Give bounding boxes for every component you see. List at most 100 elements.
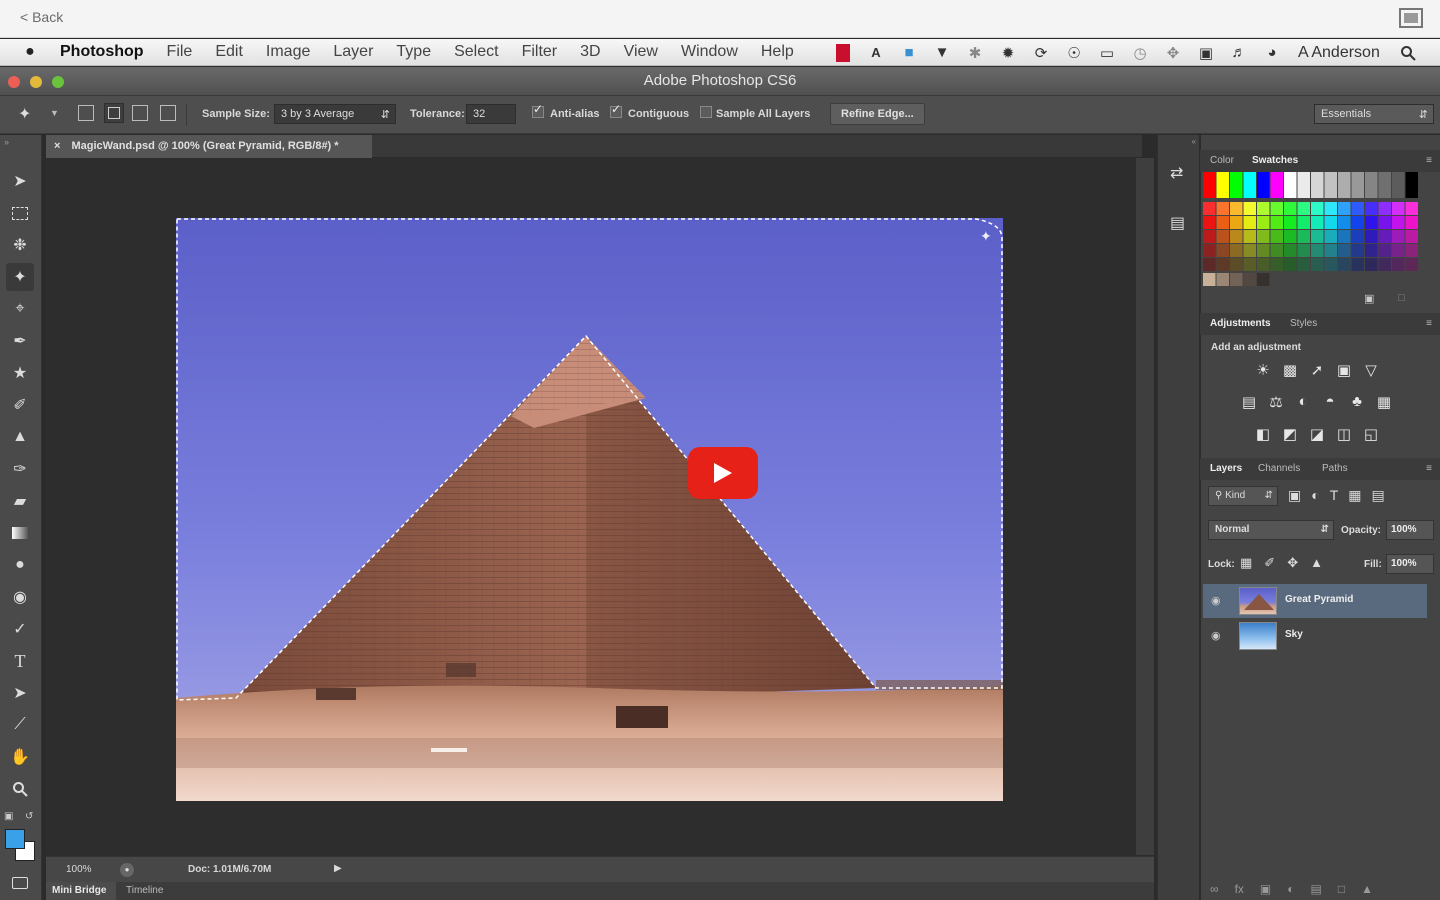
history-panel-icon[interactable]: ⇄	[1170, 163, 1190, 187]
path-selection-tool-icon[interactable]: ➤	[6, 679, 34, 707]
intersect-selection-icon[interactable]	[160, 105, 176, 121]
menu-view[interactable]: View	[624, 43, 658, 61]
snowflake-icon[interactable]: ✱	[964, 42, 986, 64]
selective-color-icon[interactable]: ◱	[1360, 425, 1382, 445]
swatch-cell[interactable]	[1311, 258, 1324, 271]
swatch-cell[interactable]	[1230, 244, 1243, 257]
delete-swatch-icon[interactable]: □	[1398, 292, 1412, 304]
delete-layer-icon[interactable]: ▲	[1361, 882, 1373, 896]
workspace-select[interactable]: Essentials ⇵	[1314, 104, 1434, 124]
swatch-cell[interactable]	[1243, 258, 1257, 271]
menu-image[interactable]: Image	[266, 43, 310, 61]
sync-icon[interactable]: ⟳	[1030, 42, 1052, 64]
swatch-cell[interactable]	[1230, 273, 1243, 286]
swatch-cell[interactable]	[1338, 172, 1351, 198]
swatch-cell[interactable]	[1270, 230, 1284, 243]
posterize-icon[interactable]: ◩	[1279, 425, 1301, 445]
swatch-cell[interactable]	[1284, 202, 1297, 215]
zoom-level[interactable]: 100%	[66, 864, 92, 875]
menu-type[interactable]: Type	[396, 43, 431, 61]
swatch-cell[interactable]	[1230, 216, 1243, 229]
clone-stamp-tool-icon[interactable]: ▲	[6, 423, 34, 451]
swatch-cell[interactable]	[1338, 244, 1351, 257]
swatch-cell[interactable]	[1351, 244, 1365, 257]
tolerance-input[interactable]: 32	[466, 104, 516, 124]
swatch-cell[interactable]	[1378, 202, 1392, 215]
eyedropper-tool-icon[interactable]: ✒	[6, 327, 34, 355]
swatch-cell[interactable]	[1243, 273, 1257, 286]
status-expand-arrow-icon[interactable]: ▶	[334, 863, 342, 874]
swatch-cell[interactable]	[1392, 258, 1405, 271]
swatch-cell[interactable]	[1311, 172, 1324, 198]
brightness-contrast-icon[interactable]: ☀	[1252, 361, 1274, 381]
healing-brush-tool-icon[interactable]: ★	[6, 359, 34, 387]
filter-kind-select[interactable]: ⚲ Kind ⇵	[1208, 486, 1278, 506]
fullscreen-icon[interactable]	[1398, 7, 1424, 29]
contiguous-checkbox[interactable]: ✓	[610, 102, 622, 118]
menu-file[interactable]: File	[167, 43, 193, 61]
menu-edit[interactable]: Edit	[215, 43, 243, 61]
swatch-cell[interactable]	[1392, 202, 1405, 215]
type-tool-icon[interactable]: T	[6, 647, 34, 675]
swatch-cell[interactable]	[1216, 273, 1230, 286]
swatch-cell[interactable]	[1203, 230, 1216, 243]
move-icon[interactable]: ✥	[1162, 42, 1184, 64]
swatch-cell[interactable]	[1257, 244, 1270, 257]
swatch-cell[interactable]	[1203, 216, 1216, 229]
color-lookup-icon[interactable]: ▦	[1373, 393, 1395, 413]
swatch-cell[interactable]	[1270, 216, 1284, 229]
swatch-cell[interactable]	[1297, 244, 1311, 257]
lock-transparent-icon[interactable]: ▦	[1240, 555, 1252, 571]
threshold-icon[interactable]: ◪	[1306, 425, 1328, 445]
tab-channels[interactable]: Channels	[1258, 463, 1300, 474]
swatch-cell[interactable]	[1257, 258, 1270, 271]
menu-help[interactable]: Help	[761, 43, 794, 61]
add-to-selection-icon[interactable]	[104, 103, 124, 123]
tab-paths[interactable]: Paths	[1322, 463, 1348, 474]
swap-colors-icon[interactable]: ↺	[25, 811, 33, 822]
clock-icon[interactable]: ◷	[1129, 42, 1151, 64]
menu-filter[interactable]: Filter	[522, 43, 558, 61]
close-tab-icon[interactable]: ×	[54, 140, 60, 152]
menu-3d[interactable]: 3D	[580, 43, 600, 61]
accessibility-icon[interactable]: ☉	[1063, 42, 1085, 64]
layer-row-great-pyramid[interactable]: ◉ Great Pyramid	[1203, 584, 1427, 618]
swatch-cell[interactable]	[1203, 258, 1216, 271]
move-tool-icon[interactable]: ➤	[6, 167, 34, 195]
swatch-cell[interactable]	[1243, 172, 1257, 198]
swatch-cell[interactable]	[1338, 258, 1351, 271]
swatch-cell[interactable]	[1378, 216, 1392, 229]
swatch-cell[interactable]	[1351, 258, 1365, 271]
swatch-cell[interactable]	[1324, 230, 1338, 243]
hand-tool-icon[interactable]: ✋	[6, 743, 34, 771]
swatch-cell[interactable]	[1311, 202, 1324, 215]
panel-menu-icon[interactable]: ≡	[1426, 318, 1432, 329]
lock-all-icon[interactable]: ▲	[1310, 555, 1323, 571]
swatch-cell[interactable]	[1297, 172, 1311, 198]
zoom-tool-icon[interactable]	[6, 775, 34, 803]
bell-icon[interactable]: ▼	[931, 42, 953, 64]
swatch-cell[interactable]	[1324, 172, 1338, 198]
swatch-cell[interactable]	[1351, 202, 1365, 215]
layer-visibility-eye-icon[interactable]: ◉	[1211, 594, 1225, 607]
swatch-cell[interactable]	[1284, 216, 1297, 229]
swatch-cell[interactable]	[1311, 216, 1324, 229]
swatch-cell[interactable]	[1365, 244, 1378, 257]
swatch-cell[interactable]	[1378, 258, 1392, 271]
magic-wand-tool-icon[interactable]: ✦	[6, 263, 34, 291]
swatch-cell[interactable]	[1365, 216, 1378, 229]
adobe-icon[interactable]	[832, 42, 854, 64]
gradient-tool-icon[interactable]	[6, 519, 34, 547]
swatch-cell[interactable]	[1365, 230, 1378, 243]
quick-mask-icon[interactable]	[6, 869, 34, 897]
swatch-cell[interactable]	[1243, 230, 1257, 243]
invert-icon[interactable]: ◧	[1252, 425, 1274, 445]
history-brush-tool-icon[interactable]: ✑	[6, 455, 34, 483]
opacity-input[interactable]: 100%	[1386, 520, 1434, 540]
spotlight-search-icon[interactable]	[1397, 42, 1419, 64]
gradient-map-icon[interactable]: ◫	[1333, 425, 1355, 445]
crop-tool-icon[interactable]: ⌖	[6, 295, 34, 323]
swatch-cell[interactable]	[1405, 244, 1419, 257]
swatch-cell[interactable]	[1297, 230, 1311, 243]
swatch-cell[interactable]	[1257, 230, 1270, 243]
